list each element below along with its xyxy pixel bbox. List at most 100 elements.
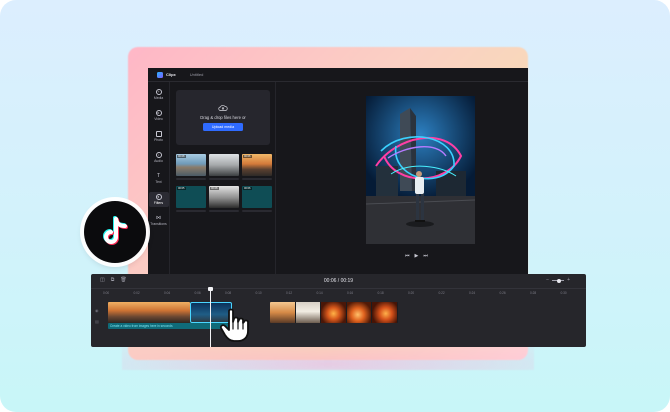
page: Clipx Untitled + Media ▸ Video Photo ♪ A… <box>0 0 670 412</box>
playhead[interactable] <box>208 287 213 347</box>
sidebar-item-transitions[interactable]: ⋈ Transitions <box>149 213 169 228</box>
sidebar-item-label: Filters <box>153 201 164 205</box>
clip-frame <box>295 302 322 323</box>
media-item[interactable]: 00:06 <box>242 154 272 180</box>
ruler-tick: 0:20 <box>408 291 415 295</box>
ruler-tick: 0:18 <box>377 291 384 295</box>
clip-frame <box>372 302 398 323</box>
sidebar-item-video[interactable]: ▸ Video <box>149 108 169 123</box>
logo[interactable]: Clipx <box>157 71 176 78</box>
media-item[interactable]: 00:08 <box>209 186 239 212</box>
ruler-tick: 0:28 <box>530 291 537 295</box>
timeline-ruler[interactable]: 0:00 0:02 0:04 0:06 0:08 0:10 0:12 0:14 0:16 0:18… <box>91 290 586 298</box>
dropzone-text: Drag & drop files here or <box>200 115 246 120</box>
ruler-tick: 0:14 <box>316 291 323 295</box>
video-icon: ▸ <box>155 110 162 116</box>
zoom-out-icon[interactable]: − <box>546 278 549 283</box>
sidebar-item-audio[interactable]: ♪ Audio <box>149 150 169 165</box>
sidebar-item-photo[interactable]: Photo <box>149 129 169 144</box>
tiktok-badge <box>84 201 146 263</box>
media-caption <box>176 210 206 212</box>
ruler-tick: 0:08 <box>225 291 232 295</box>
timeline-clip[interactable] <box>108 302 190 323</box>
timeline: ◫ ⧉ 🗑 00:06 / 00:19 − + 0:00 0:02 0:04 0:06… <box>91 274 586 347</box>
caption-track-icon: ▤ <box>95 319 99 324</box>
media-item[interactable]: 00:06 <box>242 186 272 212</box>
clip-frame <box>270 302 296 323</box>
track-icons: ◉ ▤ <box>95 309 99 324</box>
audio-icon: ♪ <box>155 152 162 158</box>
timeline-toolbar: ◫ ⧉ 🗑 00:06 / 00:19 − + <box>91 274 586 289</box>
media-caption <box>209 178 239 180</box>
sidebar-item-filters[interactable]: ◐ Filters <box>148 192 169 207</box>
media-duration: 00:05 <box>177 187 186 190</box>
media-duration: 00:06 <box>243 187 252 190</box>
sidebar-item-label: Text <box>155 180 162 184</box>
ruler-tick: 0:10 <box>255 291 262 295</box>
sidebar-item-label: Media <box>153 96 164 100</box>
photo-icon <box>155 131 162 137</box>
transitions-icon: ⋈ <box>156 215 161 221</box>
zoom-knob[interactable] <box>557 278 562 283</box>
media-thumbnail: 00:06 <box>242 186 272 208</box>
media-caption <box>176 178 206 180</box>
upload-dropzone[interactable]: Drag & drop files here or Upload media <box>176 90 270 145</box>
player-controls: ⏮ ▶ ⏭ <box>405 254 428 259</box>
zoom-control: − + <box>546 278 570 283</box>
media-caption <box>242 178 272 180</box>
play-icon[interactable]: ▶ <box>415 254 419 259</box>
media-thumbnail: 00:05 <box>176 186 206 208</box>
logo-icon <box>157 71 163 78</box>
media-thumbnail: 00:08 <box>176 154 206 176</box>
ruler-tick: 0:16 <box>347 291 354 295</box>
media-thumbnail <box>209 154 239 176</box>
sidebar-item-label: Photo <box>154 138 163 142</box>
media-grid: 00:08 00:06 00:05 00:08 00:06 <box>176 154 272 212</box>
clip-frame <box>321 302 347 323</box>
media-panel: Drag & drop files here or Upload media 0… <box>171 82 276 275</box>
top-bar: Clipx Untitled <box>148 68 528 82</box>
text-icon: T <box>156 173 161 179</box>
skip-back-icon[interactable]: ⏮ <box>405 254 410 259</box>
media-item[interactable]: 00:05 <box>176 186 206 212</box>
media-duration: 00:08 <box>210 187 219 190</box>
media-thumbnail: 00:06 <box>242 154 272 176</box>
hand-cursor-icon <box>219 308 249 342</box>
sidebar-item-label: Video <box>154 117 163 121</box>
ruler-tick: 0:00 <box>103 291 110 295</box>
timeline-clip[interactable] <box>270 302 398 323</box>
brand-name: Clipx <box>166 72 176 77</box>
project-name[interactable]: Untitled <box>190 72 204 77</box>
clip-frame <box>346 302 373 323</box>
zoom-in-icon[interactable]: + <box>567 278 570 283</box>
skip-forward-icon[interactable]: ⏭ <box>423 254 428 259</box>
upload-media-button[interactable]: Upload media <box>202 123 244 131</box>
sidebar-item-text[interactable]: T Text <box>149 171 169 186</box>
sidebar-item-label: Transitions <box>150 222 167 226</box>
ruler-tick: 0:30 <box>560 291 567 295</box>
ruler-tick: 0:06 <box>194 291 201 295</box>
ruler-tick: 0:26 <box>499 291 506 295</box>
ruler-tick: 0:02 <box>133 291 140 295</box>
media-duration: 00:08 <box>177 155 186 158</box>
media-duration: 00:06 <box>243 155 252 158</box>
ruler-tick: 0:12 <box>286 291 293 295</box>
zoom-slider[interactable] <box>552 278 565 283</box>
cloud-upload-icon <box>218 104 228 111</box>
editor-window: Clipx Untitled + Media ▸ Video Photo ♪ A… <box>148 68 528 275</box>
media-item[interactable]: 00:08 <box>176 154 206 180</box>
media-icon: + <box>155 89 162 95</box>
ruler-tick: 0:22 <box>438 291 445 295</box>
media-item[interactable] <box>209 154 239 180</box>
video-preview[interactable] <box>366 96 475 244</box>
sidebar: + Media ▸ Video Photo ♪ Audio T Text ◐ F… <box>148 82 170 275</box>
media-thumbnail: 00:08 <box>209 186 239 208</box>
tiktok-logo-icon <box>103 216 128 245</box>
ruler-tick: 0:24 <box>469 291 476 295</box>
preview-frame <box>366 96 475 244</box>
video-track-icon: ◉ <box>95 308 99 313</box>
sidebar-item-label: Audio <box>154 159 163 163</box>
sidebar-item-media[interactable]: + Media <box>149 87 169 102</box>
media-caption <box>209 210 239 212</box>
filters-icon: ◐ <box>155 194 162 200</box>
